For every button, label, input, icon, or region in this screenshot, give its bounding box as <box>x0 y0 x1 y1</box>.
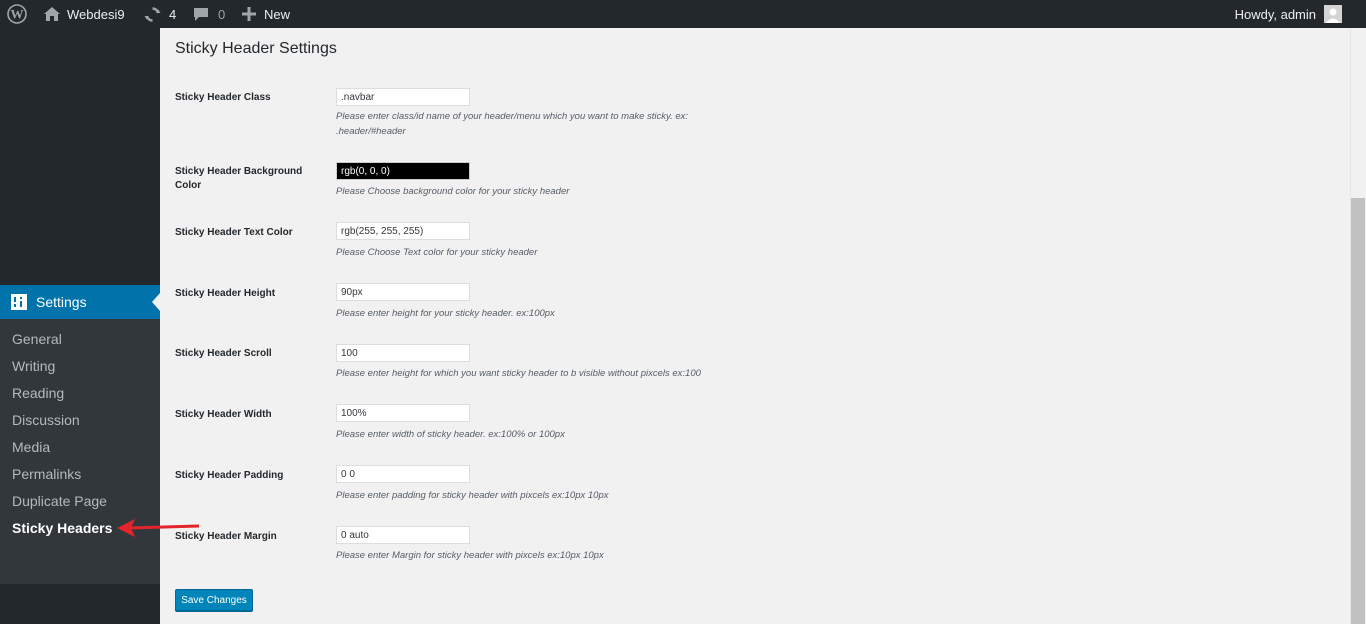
sticky-header-padding-description: Please enter padding for sticky header w… <box>336 490 609 501</box>
sticky-header-text-color-label: Sticky Header Text Color <box>175 227 293 238</box>
svg-text:W: W <box>11 7 24 22</box>
submenu-item-duplicate-page[interactable]: Duplicate Page <box>12 493 107 509</box>
sticky-header-class-label: Sticky Header Class <box>175 92 271 103</box>
submenu-item-writing[interactable]: Writing <box>12 358 55 374</box>
sticky-header-class-description: Please enter class/id name of your heade… <box>336 109 756 139</box>
refresh-icon <box>144 6 161 22</box>
avatar-silhouette-icon <box>1324 5 1342 23</box>
sticky-header-padding-input[interactable] <box>336 465 470 483</box>
submenu-item-media[interactable]: Media <box>12 439 50 455</box>
sticky-header-text-color-description: Please Choose Text color for your sticky… <box>336 247 538 258</box>
home-icon <box>44 7 60 21</box>
sticky-header-background-color-description: Please Choose background color for your … <box>336 186 570 197</box>
scrollbar-thumb[interactable] <box>1351 198 1365 624</box>
page-title: Sticky Header Settings <box>175 40 337 57</box>
sticky-header-class-description-line-2: .header/#header <box>336 126 406 137</box>
sticky-header-margin-description: Please enter Margin for sticky header wi… <box>336 550 604 561</box>
sticky-header-margin-input[interactable] <box>336 526 470 544</box>
submenu-item-permalinks[interactable]: Permalinks <box>12 466 81 482</box>
content-background <box>1028 32 1350 624</box>
sticky-header-background-color-label: Sticky Header Background Color <box>175 166 303 191</box>
sticky-header-scroll-label: Sticky Header Scroll <box>175 348 272 359</box>
howdy-text: Howdy, admin <box>1234 6 1316 22</box>
settings-sliders-icon <box>11 294 27 310</box>
sticky-header-class-input[interactable] <box>336 88 470 106</box>
submenu-item-general[interactable]: General <box>12 331 62 347</box>
site-name-link[interactable]: Webdesi9 <box>43 0 125 28</box>
my-account-link[interactable]: Howdy, admin <box>1235 0 1342 28</box>
sticky-header-height-input[interactable] <box>336 283 470 301</box>
sticky-header-background-color-input[interactable] <box>336 162 470 180</box>
save-changes-button[interactable]: Save Changes <box>175 589 253 611</box>
sticky-header-class-description-line-1: Please enter class/id name of your heade… <box>336 111 689 122</box>
red-arrow-icon <box>117 519 200 537</box>
avatar <box>1324 5 1342 23</box>
submenu-item-sticky-headers[interactable]: Sticky Headers <box>12 520 112 536</box>
submenu-item-reading[interactable]: Reading <box>12 385 64 401</box>
sticky-header-scroll-description: Please enter height for which you want s… <box>336 368 701 379</box>
updates-count: 4 <box>169 6 177 22</box>
comments-link[interactable]: 0 <box>193 0 225 28</box>
sticky-header-width-label: Sticky Header Width <box>175 409 272 420</box>
sticky-header-height-label: Sticky Header Height <box>175 288 276 299</box>
sticky-header-width-input[interactable] <box>336 404 470 422</box>
submenu-item-discussion[interactable]: Discussion <box>12 412 80 428</box>
sidebar-item-settings-label: Settings <box>36 294 87 310</box>
admin-bar: W Webdesi9 4 0 New Howdy, admin <box>0 0 1366 28</box>
updates-link[interactable]: 4 <box>144 0 176 28</box>
sticky-header-padding-label: Sticky Header Padding <box>175 470 284 481</box>
sticky-header-height-description: Please enter height for your sticky head… <box>336 308 555 319</box>
sticky-header-text-color-input[interactable] <box>336 222 470 240</box>
new-content-link[interactable]: New <box>242 0 290 28</box>
wordpress-logo-button[interactable]: W <box>7 0 27 28</box>
plus-icon <box>242 7 256 21</box>
sticky-header-scroll-input[interactable] <box>336 344 470 362</box>
sticky-header-width-description: Please enter width of sticky header. ex:… <box>336 429 565 440</box>
new-label: New <box>264 6 291 22</box>
comment-icon <box>194 7 208 21</box>
settings-submenu: General Writing Reading Discussion Media… <box>0 319 160 584</box>
site-name: Webdesi9 <box>67 6 125 22</box>
current-menu-notch <box>152 293 160 311</box>
comments-count: 0 <box>218 6 226 22</box>
wordpress-logo-icon: W <box>7 4 27 24</box>
sidebar-item-settings[interactable]: Settings <box>0 285 160 319</box>
